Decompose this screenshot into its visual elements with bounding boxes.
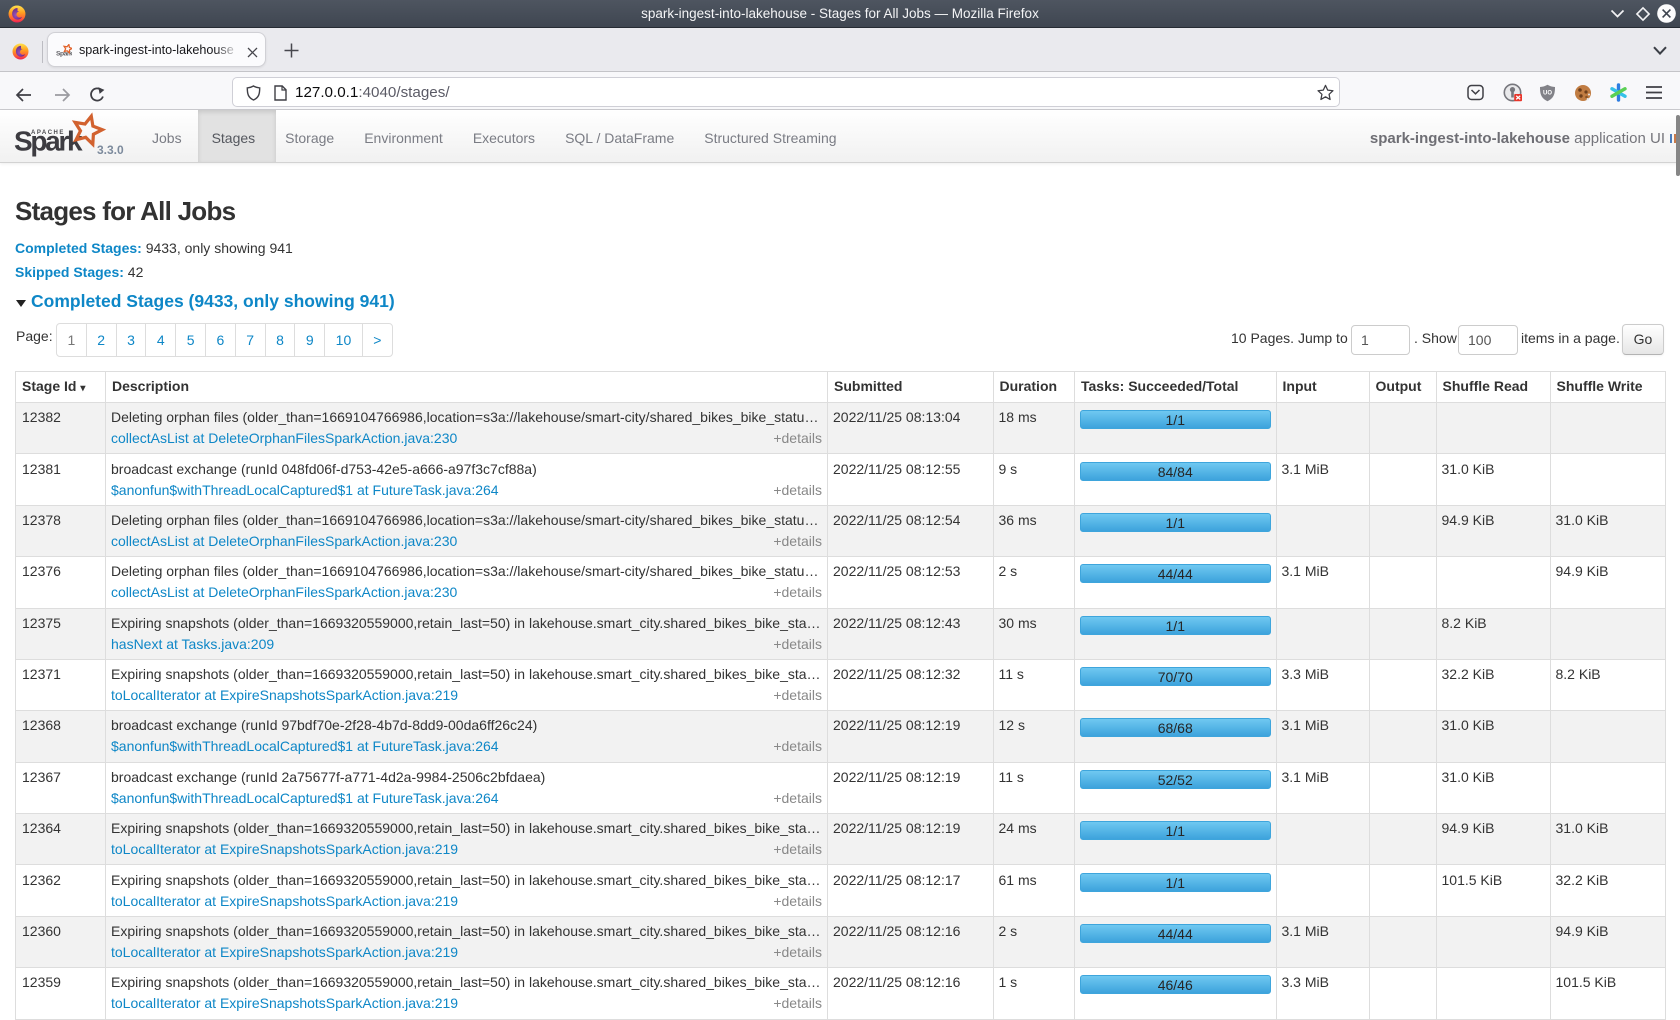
svg-text:UO: UO [1543,91,1552,97]
svg-text:Spark: Spark [14,126,83,157]
